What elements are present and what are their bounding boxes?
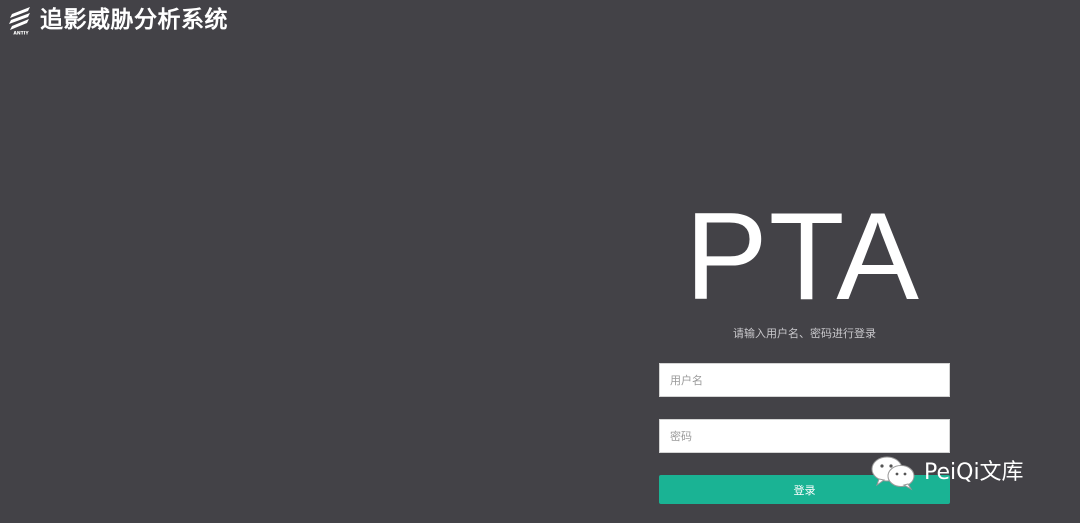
wechat-icon xyxy=(870,455,918,491)
app-title: 追影威胁分析系统 xyxy=(40,7,228,33)
password-input[interactable] xyxy=(659,419,950,453)
watermark: PeiQi文库 xyxy=(870,455,1024,491)
svg-text:ANTIY: ANTIY xyxy=(13,31,29,36)
login-hint: 请输入用户名、密码进行登录 xyxy=(733,327,876,340)
header-brand: ANTIY 追影威胁分析系统 xyxy=(8,4,228,36)
product-heading: PTA xyxy=(685,188,920,326)
username-input[interactable] xyxy=(659,363,950,397)
antiy-logo-icon: ANTIY xyxy=(8,5,34,35)
watermark-text: PeiQi文库 xyxy=(924,460,1024,485)
